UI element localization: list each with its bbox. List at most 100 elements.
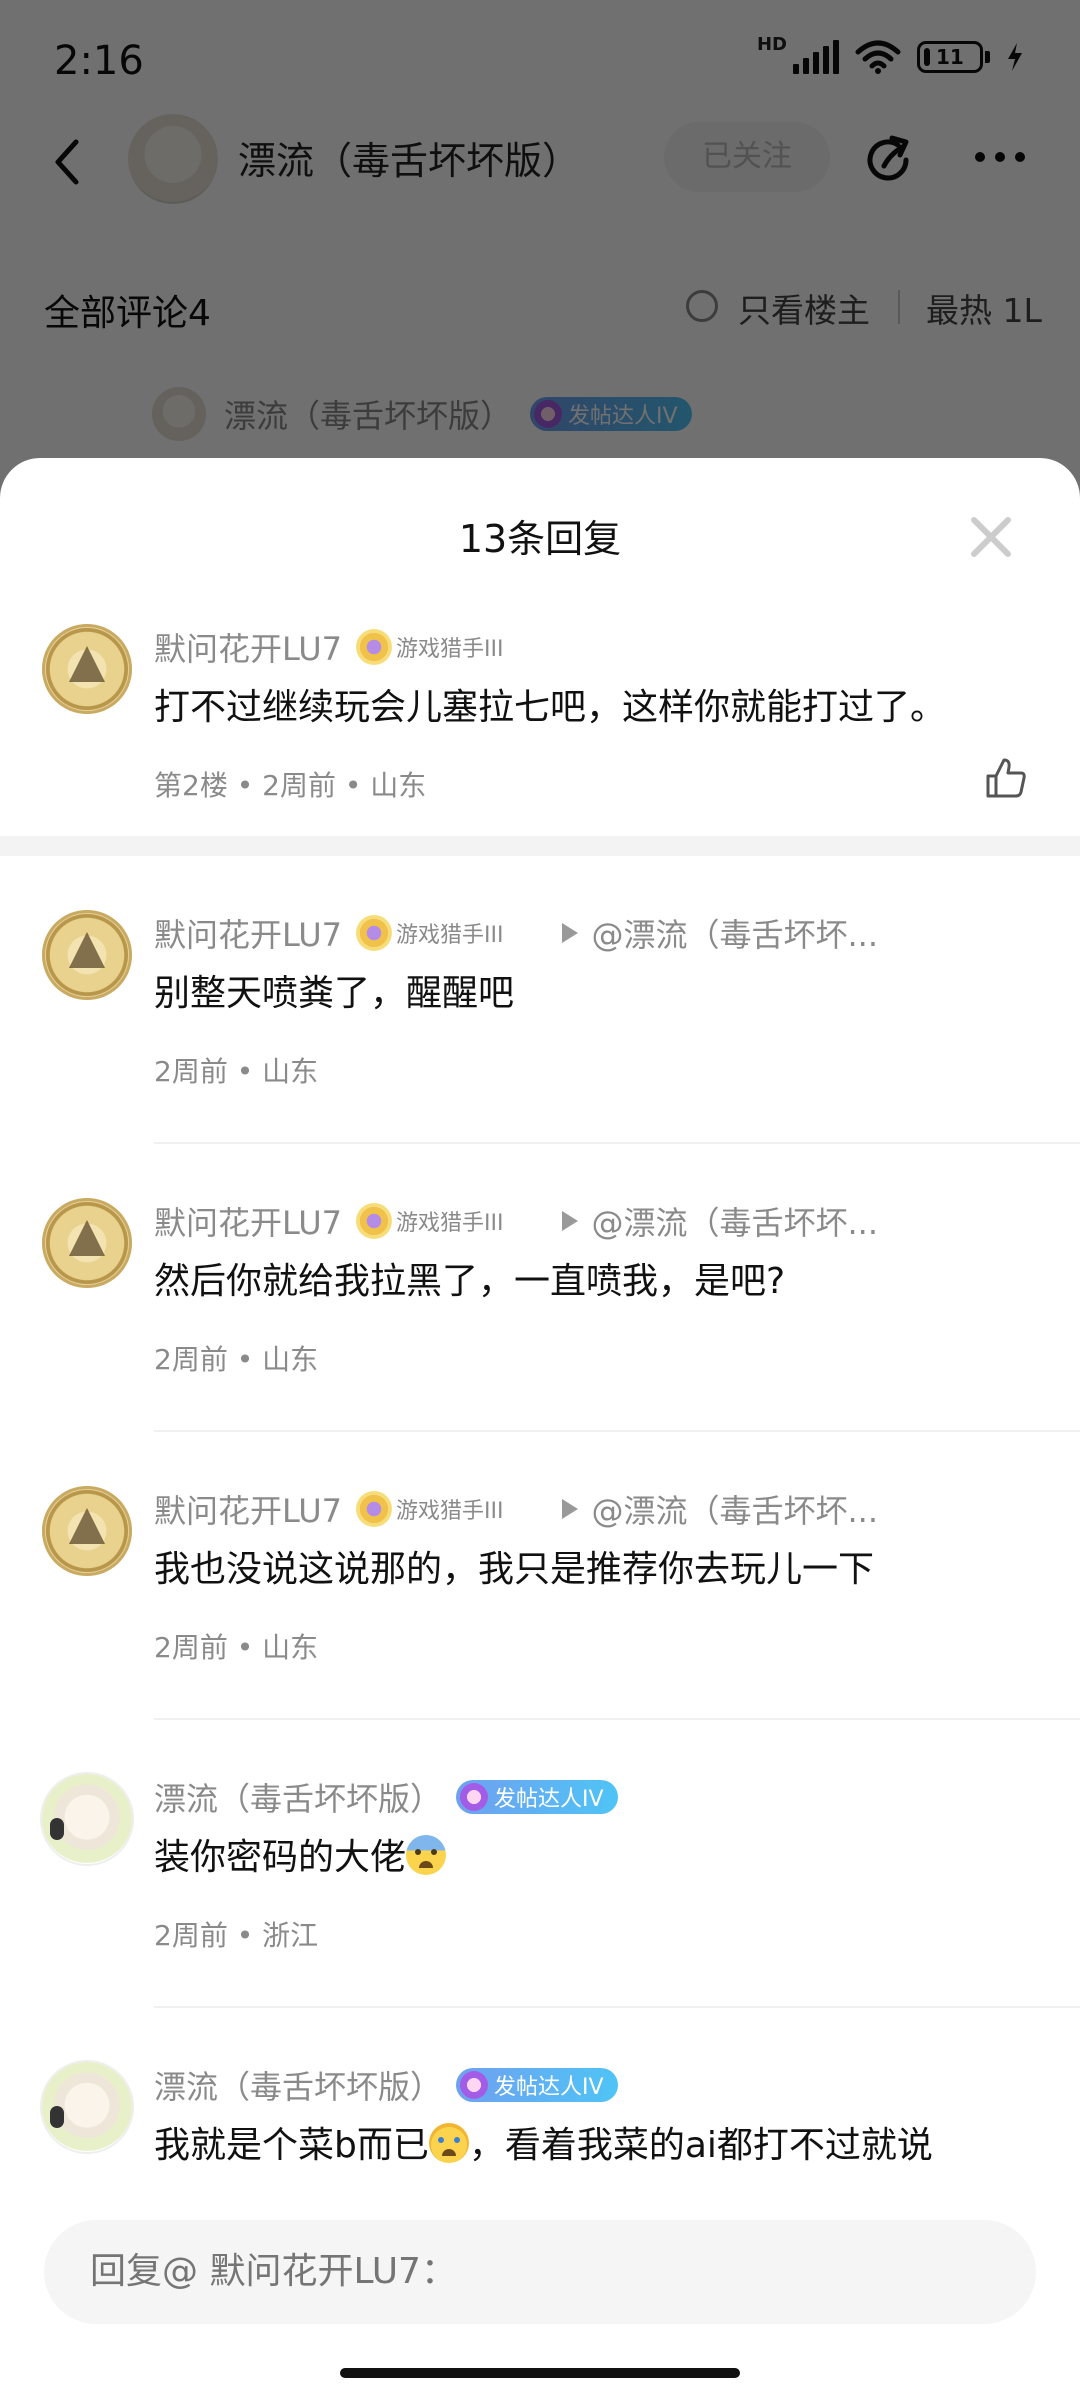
follow-button[interactable]: 已关注	[664, 122, 830, 192]
only-op-radio-icon[interactable]	[686, 290, 718, 322]
comment-text: ，看着我菜的ai都打不过就说	[468, 2125, 933, 2166]
back-icon[interactable]	[46, 132, 86, 192]
level-label: 游戏猎手III	[396, 923, 504, 948]
reply-arrow-icon	[561, 923, 578, 943]
level-badge: 游戏猎手III	[356, 1203, 504, 1239]
level-label: 游戏猎手III	[396, 1211, 504, 1236]
comment-username[interactable]: 漂流（毒舌坏坏版）	[154, 1774, 442, 1820]
comment-footer: 2周前 • 山东	[154, 1343, 319, 1376]
comment-content[interactable]: 我就是个菜b而已 ，看着我菜的ai都打不过就说	[154, 2116, 933, 2168]
wifi-icon	[855, 40, 901, 74]
thumbs-up-icon[interactable]	[984, 756, 1028, 800]
status-bar: 2:16 HD 11	[0, 0, 1080, 125]
author-name[interactable]: 漂流（毒舌坏坏版）	[238, 130, 580, 185]
status-time: 2:16	[54, 38, 144, 84]
comment-meta: 默问花开LU7 游戏猎手III @漂流（毒舌坏坏...	[154, 910, 878, 956]
background-comment-row: 漂流（毒舌坏坏版） 发帖达人IV	[152, 384, 692, 444]
battery-level: 11	[934, 45, 966, 69]
avatar	[152, 387, 206, 441]
reply-input[interactable]	[44, 2220, 1036, 2324]
close-icon[interactable]	[968, 514, 1014, 560]
badge-icon	[460, 1783, 489, 1811]
comment-username[interactable]: 漂流（毒舌坏坏版）	[154, 2062, 442, 2108]
badge-icon	[460, 2071, 489, 2099]
reply-arrow-icon	[561, 1211, 578, 1231]
comment-content[interactable]: 打不过继续玩会儿塞拉七吧，这样你就能打过了。	[154, 678, 946, 730]
comment-username[interactable]: 默问花开LU7	[154, 624, 342, 670]
fearful-face-icon	[406, 1835, 447, 1875]
divider	[154, 1142, 1080, 1144]
signal-icon	[793, 40, 839, 74]
top-bar: 漂流（毒舌坏坏版） 已关注	[0, 110, 1080, 210]
share-icon[interactable]	[862, 130, 922, 190]
reply-to-user[interactable]: @漂流（毒舌坏坏...	[592, 1198, 879, 1244]
background-page: 2:16 HD 11 漂流（毒舌坏坏版） 已关注 全部评论4 只看楼主 最热 1…	[0, 0, 1080, 520]
network-label: HD	[756, 34, 787, 55]
comment-username: 漂流（毒舌坏坏版）	[224, 397, 513, 435]
badge-label: 发帖达人IV	[494, 2075, 604, 2100]
comment-meta: 漂流（毒舌坏坏版） 发帖达人IV	[154, 1774, 618, 1820]
comment-username[interactable]: 默问花开LU7	[154, 1198, 342, 1244]
comment-content[interactable]: 然后你就给我拉黑了，一直喷我，是吧?	[154, 1252, 785, 1304]
divider	[898, 290, 900, 324]
screen: 2:16 HD 11 漂流（毒舌坏坏版） 已关注 全部评论4 只看楼主 最热 1…	[0, 0, 1080, 2400]
sheet-title: 13条回复	[458, 517, 622, 561]
author-avatar[interactable]	[128, 114, 218, 204]
comment-meta: 默问花开LU7 游戏猎手III @漂流（毒舌坏坏...	[154, 1486, 878, 1532]
comment-footer: 2周前 • 山东	[154, 1055, 319, 1088]
divider	[154, 1430, 1080, 1432]
more-icon[interactable]	[975, 152, 1025, 162]
user-badge: 发帖达人IV	[456, 1780, 618, 1814]
level-badge: 游戏猎手III	[356, 915, 504, 951]
level-badge: 游戏猎手III	[356, 629, 504, 665]
divider	[154, 1718, 1080, 1720]
badge-icon	[534, 400, 563, 428]
user-badge: 发帖达人IV	[530, 397, 692, 431]
badge-label: 发帖达人IV	[568, 404, 678, 429]
reply-to-user[interactable]: @漂流（毒舌坏坏...	[592, 910, 879, 956]
reply-arrow-icon	[561, 1499, 578, 1519]
comment-meta: 默问花开LU7 游戏猎手III	[154, 624, 504, 670]
avatar[interactable]	[42, 2062, 132, 2152]
comment-username[interactable]: 默问花开LU7	[154, 1486, 342, 1532]
comment-meta: 漂流（毒舌坏坏版） 发帖达人IV	[154, 2062, 618, 2108]
level-icon	[356, 1491, 393, 1527]
level-icon	[356, 915, 393, 951]
avatar[interactable]	[42, 1774, 132, 1864]
section-separator	[0, 836, 1080, 856]
comment-content[interactable]: 别整天喷粪了，醒醒吧	[154, 964, 514, 1016]
level-label: 游戏猎手III	[396, 1499, 504, 1524]
avatar[interactable]	[42, 624, 132, 714]
divider	[154, 2006, 1080, 2008]
comment-meta: 默问花开LU7 游戏猎手III @漂流（毒舌坏坏...	[154, 1198, 878, 1244]
charging-icon	[1008, 43, 1022, 71]
level-label: 游戏猎手III	[396, 637, 504, 662]
battery-fill	[924, 48, 930, 66]
replies-sheet: 13条回复 默问花开LU7 游戏猎手III 打不过继续玩会儿塞拉七吧，这样你就能…	[0, 458, 1080, 2400]
all-comments-label: 全部评论4	[44, 293, 211, 334]
level-icon	[356, 1203, 393, 1239]
comment-content[interactable]: 装你密码的大佬	[154, 1828, 447, 1880]
comment-username[interactable]: 默问花开LU7	[154, 910, 342, 956]
avatar[interactable]	[42, 1486, 132, 1576]
comment-footer: 2周前 • 山东	[154, 1631, 319, 1664]
comment-footer: 2周前 • 浙江	[154, 1919, 319, 1952]
only-op-label[interactable]: 只看楼主	[738, 284, 870, 332]
battery-cap	[985, 51, 990, 63]
comment-text: 我就是个菜b而已	[154, 2125, 429, 2166]
comment-footer: 第2楼 • 2周前 • 山东	[154, 769, 427, 802]
reply-to-user[interactable]: @漂流（毒舌坏坏...	[592, 1486, 879, 1532]
sort-selector[interactable]: 最热 1L	[926, 284, 1042, 332]
avatar[interactable]	[42, 910, 132, 1000]
battery-icon: 11	[917, 41, 983, 73]
home-indicator[interactable]	[340, 2368, 740, 2378]
avatar[interactable]	[42, 1198, 132, 1288]
level-badge: 游戏猎手III	[356, 1491, 504, 1527]
comment-filter-bar: 全部评论4 只看楼主 最热 1L	[0, 270, 1080, 340]
status-icons: HD 11	[757, 36, 1024, 74]
comment-text: 装你密码的大佬	[154, 1837, 407, 1878]
badge-label: 发帖达人IV	[494, 1787, 604, 1812]
comment-content[interactable]: 我也没说这说那的，我只是推荐你去玩儿一下	[154, 1540, 874, 1592]
reply-input-bar	[0, 2190, 1080, 2400]
crying-face-icon	[428, 2123, 469, 2163]
